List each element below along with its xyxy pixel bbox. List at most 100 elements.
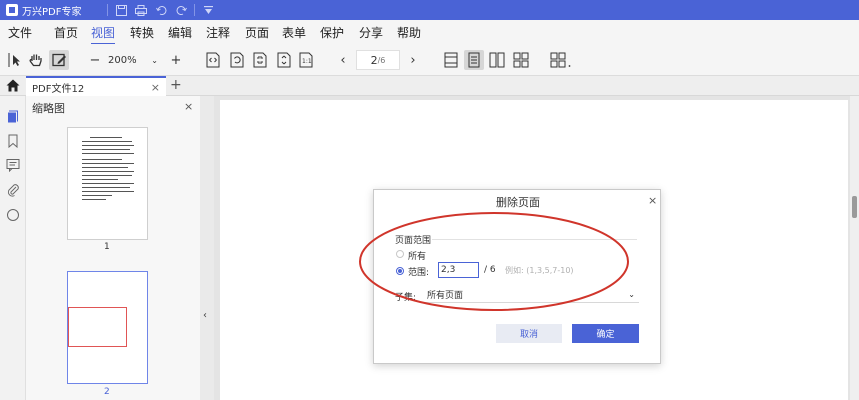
menu-share[interactable]: 分享 — [359, 24, 383, 41]
selection-box — [68, 307, 127, 347]
page-thumbnail-1[interactable] — [67, 127, 148, 240]
app-logo-icon — [6, 4, 18, 16]
redo-icon[interactable] — [174, 3, 188, 17]
tab-row: PDF文件12 × + — [0, 76, 859, 96]
menu-file[interactable]: 文件 — [8, 24, 32, 41]
text-line — [82, 141, 132, 142]
total-pages-label: / 6 — [484, 265, 496, 275]
home-icon[interactable] — [6, 79, 20, 95]
menu-form[interactable]: 表单 — [282, 24, 306, 41]
text-line — [82, 195, 112, 196]
text-line — [82, 145, 134, 146]
comment-icon[interactable] — [6, 158, 20, 173]
page-thumbnail-label-1: 1 — [104, 242, 110, 252]
two-page-continuous-icon[interactable] — [511, 50, 531, 70]
grid-icon[interactable] — [548, 50, 574, 70]
zoom-in-icon[interactable]: + — [170, 50, 182, 70]
close-icon[interactable]: × — [184, 100, 193, 113]
menu-page[interactable]: 页面 — [245, 24, 269, 41]
text-line — [82, 171, 134, 172]
current-page: 2 — [370, 53, 378, 67]
text-line — [82, 187, 130, 188]
option-all-label: 所有 — [408, 252, 427, 262]
svg-text:1:1: 1:1 — [302, 58, 312, 65]
hand-icon[interactable] — [27, 50, 45, 70]
fit-width-icon[interactable] — [204, 50, 222, 70]
page-thumbnail-label-2: 2 — [104, 387, 110, 397]
title-bar: 万兴PDF专家 — [0, 0, 859, 20]
actual-size-icon[interactable]: 1:1 — [297, 50, 315, 70]
zoom-value: 200% — [108, 54, 137, 66]
close-icon[interactable]: × — [151, 81, 160, 94]
range-example-hint: 例如: (1,3,5,7-10) — [505, 266, 574, 275]
menu-protect[interactable]: 保护 — [320, 24, 344, 41]
panel-splitter[interactable]: ‹ — [200, 96, 214, 400]
zoom-out-icon[interactable]: − — [89, 50, 101, 70]
page-range-section-label: 页面范围 — [395, 236, 432, 246]
scrollbar-thumb[interactable] — [852, 196, 857, 218]
text-line — [82, 163, 134, 164]
total-pages: /6 — [377, 55, 386, 65]
text-line — [82, 167, 128, 168]
select-icon[interactable] — [6, 50, 24, 70]
menu-view[interactable]: 视图 — [91, 24, 116, 45]
thumbnail-icon[interactable] — [6, 110, 20, 124]
menu-convert[interactable]: 转换 — [130, 24, 154, 41]
menu-home[interactable]: 首页 — [54, 24, 78, 41]
text-line — [90, 137, 122, 138]
zoom-select[interactable]: 200% ⌄ — [104, 50, 162, 70]
bookmark-icon[interactable] — [6, 134, 20, 149]
chevron-down-icon: ⌄ — [628, 290, 635, 299]
fit-height-icon[interactable] — [275, 50, 293, 70]
menu-bar: 文件 首页 视图 转换 编辑 注释 页面 表单 保护 分享 帮助 — [0, 20, 859, 45]
menu-help[interactable]: 帮助 — [397, 24, 421, 41]
text-line — [82, 159, 122, 160]
undo-icon[interactable] — [154, 3, 168, 17]
menu-comment[interactable]: 注释 — [206, 24, 230, 41]
thumbnail-panel: 缩略图 × 1 2 — [26, 96, 220, 400]
search-icon[interactable] — [6, 208, 20, 222]
section-divider — [432, 239, 637, 240]
rotate-icon[interactable] — [228, 50, 246, 70]
radio-range[interactable] — [396, 267, 404, 275]
text-line — [82, 175, 132, 176]
add-tab-icon[interactable]: + — [170, 77, 182, 93]
cancel-button[interactable]: 取消 — [496, 324, 562, 343]
subset-select[interactable]: 所有页面 ⌄ — [423, 287, 639, 303]
document-scrollbar[interactable] — [850, 96, 859, 400]
text-line — [82, 191, 134, 192]
print-icon[interactable] — [134, 3, 148, 17]
range-input[interactable]: 2,3 — [438, 262, 479, 278]
panel-title: 缩略图 — [32, 102, 65, 115]
edit-icon[interactable] — [49, 50, 69, 70]
dialog-title: 删除页面 — [496, 196, 540, 209]
subset-value: 所有页面 — [427, 291, 464, 301]
subset-label: 子集: — [395, 293, 417, 303]
page-thumbnail-2[interactable] — [67, 271, 148, 384]
single-page-icon[interactable] — [441, 50, 461, 70]
tab-document[interactable]: PDF文件12 × — [26, 76, 166, 96]
save-icon[interactable] — [114, 3, 128, 17]
two-page-icon[interactable] — [487, 50, 507, 70]
text-line — [82, 183, 134, 184]
title-separator — [194, 4, 196, 16]
attachment-icon[interactable] — [6, 183, 20, 197]
tab-label: PDF文件12 — [32, 83, 85, 95]
continuous-icon[interactable] — [464, 50, 484, 70]
radio-all[interactable] — [396, 250, 404, 258]
left-sidebar — [0, 96, 26, 400]
collapse-arrow-icon[interactable]: ‹ — [203, 310, 207, 321]
fit-page-icon[interactable] — [251, 50, 269, 70]
next-page-icon[interactable]: › — [407, 50, 419, 70]
app-title: 万兴PDF专家 — [22, 6, 82, 18]
page-number-box[interactable]: 2 /6 — [356, 50, 400, 70]
text-line — [82, 153, 134, 154]
previous-page-icon[interactable]: ‹ — [337, 50, 349, 70]
chevron-down-icon: ⌄ — [151, 55, 158, 65]
customize-icon[interactable] — [201, 3, 215, 17]
option-range-label: 范围: — [408, 268, 430, 278]
close-icon[interactable]: × — [648, 194, 657, 207]
delete-pages-dialog: 删除页面 × 页面范围 所有 范围: 2,3 / 6 例如: (1,3,5,7-… — [373, 189, 661, 364]
ok-button[interactable]: 确定 — [572, 324, 639, 343]
menu-edit[interactable]: 编辑 — [168, 24, 192, 41]
